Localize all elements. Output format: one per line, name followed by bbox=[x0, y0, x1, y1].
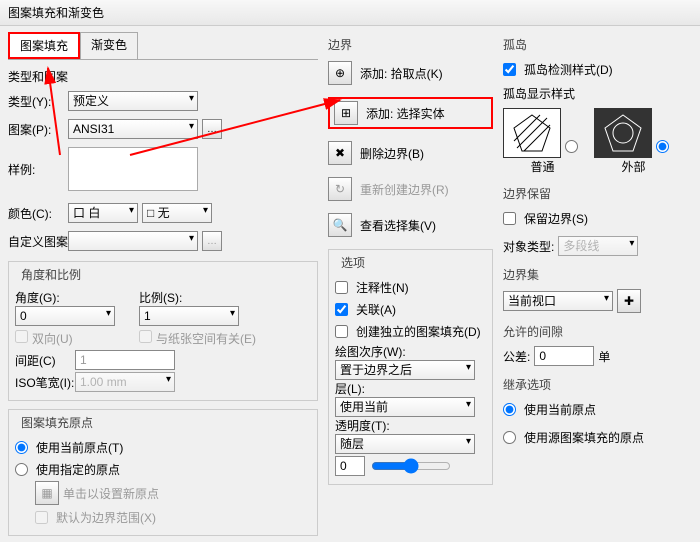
recreate-label: 重新创建边界(R) bbox=[360, 181, 449, 198]
section-island: 孤岛 bbox=[503, 36, 673, 53]
scale-select[interactable]: 1 bbox=[139, 306, 239, 326]
island-normal-preview[interactable] bbox=[503, 108, 561, 158]
label-iso: ISO笔宽(I): bbox=[15, 374, 71, 391]
color-select[interactable]: 口 白 bbox=[68, 203, 138, 223]
angle-select[interactable]: 0 bbox=[15, 306, 115, 326]
inherit-src-label[interactable]: 使用源图案填充的原点 bbox=[503, 427, 673, 447]
island-normal-radio[interactable] bbox=[565, 140, 578, 153]
retain-checkbox[interactable] bbox=[503, 212, 516, 225]
annot-checkbox[interactable] bbox=[335, 281, 348, 294]
island-detect-checkbox[interactable] bbox=[503, 63, 516, 76]
section-angle: 角度和比例 bbox=[17, 266, 85, 283]
objtype-select: 多段线 bbox=[558, 236, 638, 256]
transparency-slider[interactable] bbox=[371, 458, 451, 474]
transparency-select[interactable]: 随层 bbox=[335, 434, 475, 454]
section-gap: 允许的间隙 bbox=[503, 323, 673, 340]
view-selection-button[interactable]: 🔍 bbox=[328, 213, 352, 237]
add-pick-label: 添加: 拾取点(K) bbox=[360, 65, 443, 82]
bgcolor-select[interactable]: □ 无 bbox=[142, 203, 212, 223]
gap-tol-label: 公差: bbox=[503, 348, 530, 365]
label-sample: 样例: bbox=[8, 161, 64, 178]
label-custom: 自定义图案: bbox=[8, 233, 64, 250]
spacing-input bbox=[75, 350, 175, 370]
tab-gradient[interactable]: 渐变色 bbox=[80, 32, 138, 59]
tab-hatch[interactable]: 图案填充 bbox=[8, 32, 80, 59]
custom-select bbox=[68, 231, 198, 251]
sample-swatch[interactable] bbox=[68, 147, 198, 191]
iso-select: 1.00 mm bbox=[75, 372, 175, 392]
assoc-label[interactable]: 关联(A) bbox=[335, 299, 486, 319]
default-ext-checkbox bbox=[35, 511, 48, 524]
section-boundary: 边界 bbox=[328, 36, 493, 53]
use-current-radio-label[interactable]: 使用当前原点(T) bbox=[15, 437, 311, 457]
label-type: 类型(Y): bbox=[8, 93, 64, 110]
assoc-checkbox[interactable] bbox=[335, 303, 348, 316]
add-pick-button[interactable]: ⊕ bbox=[328, 61, 352, 85]
layer-select[interactable]: 使用当前 bbox=[335, 397, 475, 417]
bset-new-button[interactable]: ✚ bbox=[617, 289, 641, 313]
gap-unit: 单 bbox=[598, 348, 610, 365]
transparency-label: 透明度(T): bbox=[335, 417, 486, 434]
section-options: 选项 bbox=[337, 254, 369, 271]
remove-boundary-label: 删除边界(B) bbox=[360, 145, 424, 162]
custom-browse-button: … bbox=[202, 231, 222, 251]
paper-checkbox-label: 与纸张空间有关(E) bbox=[139, 330, 256, 347]
add-select-label: 添加: 选择实体 bbox=[366, 105, 445, 122]
default-ext-label: 默认为边界范围(X) bbox=[15, 507, 311, 527]
double-checkbox-label: 双向(U) bbox=[15, 330, 135, 347]
section-origin: 图案填充原点 bbox=[17, 414, 97, 431]
transparency-value[interactable] bbox=[335, 456, 365, 476]
gap-input[interactable] bbox=[534, 346, 594, 366]
view-selection-label: 查看选择集(V) bbox=[360, 217, 436, 234]
label-pattern: 图案(P): bbox=[8, 121, 64, 138]
island-outer-radio[interactable] bbox=[656, 140, 669, 153]
annot-label[interactable]: 注释性(N) bbox=[335, 277, 486, 297]
pattern-browse-button[interactable]: … bbox=[202, 119, 222, 139]
recreate-button: ↻ bbox=[328, 177, 352, 201]
section-inherit: 继承选项 bbox=[503, 376, 673, 393]
pattern-select[interactable]: ANSI31 bbox=[68, 119, 198, 139]
double-checkbox bbox=[15, 330, 28, 343]
retain-label[interactable]: 保留边界(S) bbox=[503, 208, 673, 228]
indep-checkbox[interactable] bbox=[335, 325, 348, 338]
tab-bar: 图案填充 渐变色 bbox=[8, 32, 318, 60]
pick-origin-button: ▦ bbox=[35, 481, 59, 505]
click-new-label: 单击以设置新原点 bbox=[63, 485, 159, 502]
inherit-cur-label[interactable]: 使用当前原点 bbox=[503, 399, 673, 419]
inherit-cur-radio[interactable] bbox=[503, 403, 516, 416]
section-type: 类型和图案 bbox=[8, 68, 318, 85]
island-detect-label[interactable]: 孤岛检测样式(D) bbox=[503, 59, 673, 79]
label-spacing: 间距(C) bbox=[15, 352, 71, 369]
section-bset: 边界集 bbox=[503, 266, 673, 283]
label-color: 颜色(C): bbox=[8, 205, 64, 222]
remove-boundary-button[interactable]: ✖ bbox=[328, 141, 352, 165]
objtype-label: 对象类型: bbox=[503, 238, 554, 255]
add-select-button[interactable]: ⊞ bbox=[334, 101, 358, 125]
use-current-radio[interactable] bbox=[15, 441, 28, 454]
layer-label: 层(L): bbox=[335, 380, 486, 397]
island-style-label: 孤岛显示样式 bbox=[503, 85, 673, 102]
section-retain: 边界保留 bbox=[503, 185, 673, 202]
window-title: 图案填充和渐变色 bbox=[0, 0, 700, 26]
paper-checkbox bbox=[139, 330, 152, 343]
draworder-select[interactable]: 置于边界之后 bbox=[335, 360, 475, 380]
inherit-src-radio[interactable] bbox=[503, 431, 516, 444]
use-spec-radio[interactable] bbox=[15, 463, 28, 476]
bset-select[interactable]: 当前视口 bbox=[503, 291, 613, 311]
label-scale: 比例(S): bbox=[139, 289, 239, 306]
use-spec-radio-label[interactable]: 使用指定的原点 bbox=[15, 459, 311, 479]
island-outer-preview[interactable] bbox=[594, 108, 652, 158]
indep-label[interactable]: 创建独立的图案填充(D) bbox=[335, 321, 486, 341]
type-select[interactable]: 预定义 bbox=[68, 91, 198, 111]
draworder-label: 绘图次序(W): bbox=[335, 343, 486, 360]
label-angle: 角度(G): bbox=[15, 289, 135, 306]
